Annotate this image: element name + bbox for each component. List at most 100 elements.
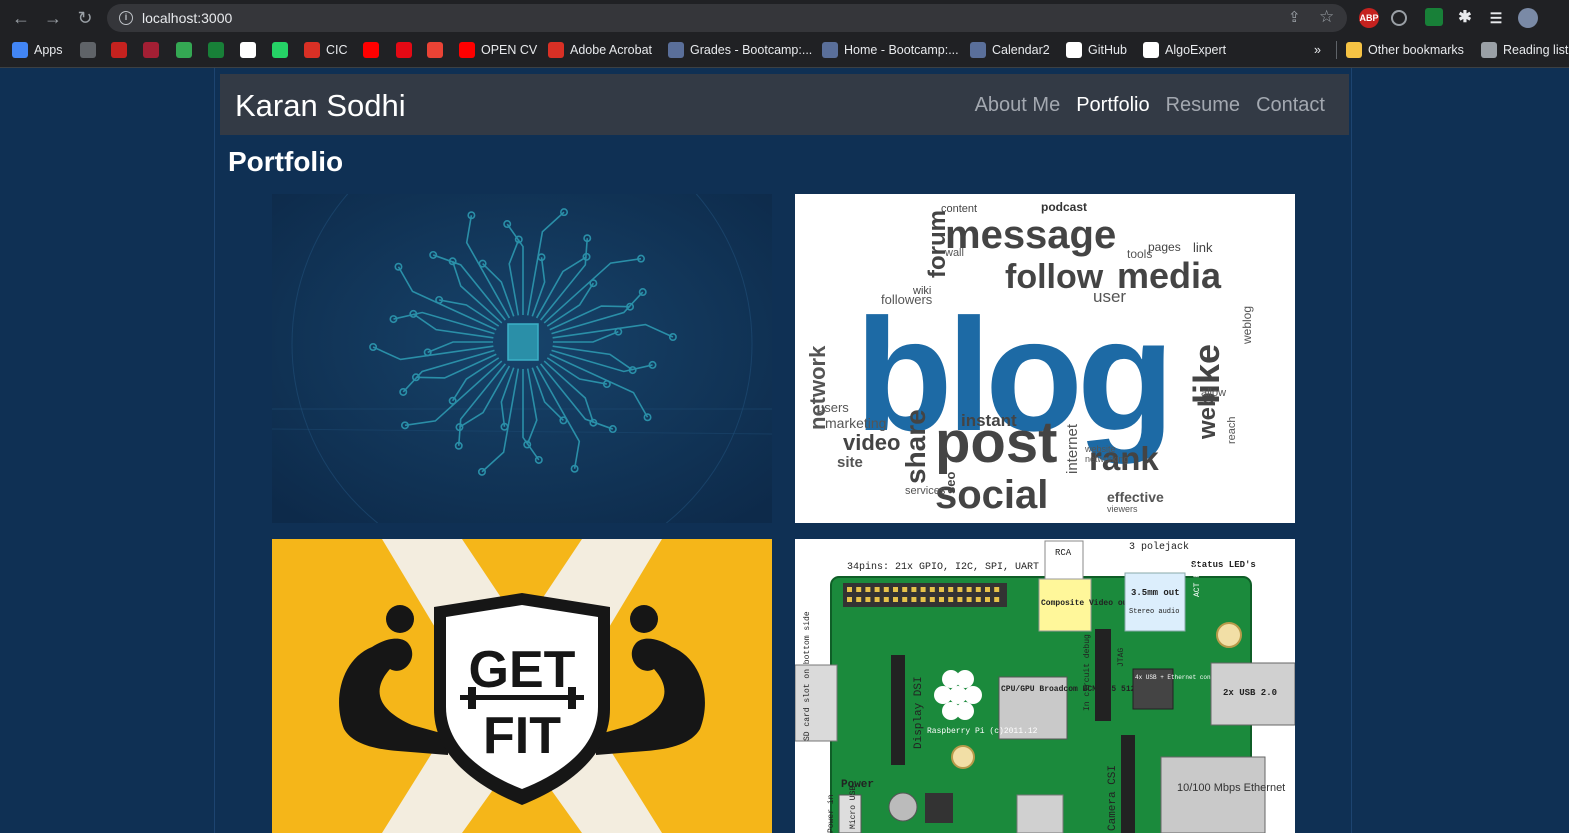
bookmark-item[interactable] [143, 41, 165, 59]
bookmark-item[interactable] [396, 41, 418, 59]
cloud-word: seo [943, 472, 958, 494]
reading-list-icon [1481, 42, 1497, 58]
csi-label: Camera CSI [1107, 765, 1119, 831]
cloud-word: site [837, 454, 863, 471]
nav-link-resume[interactable]: Resume [1166, 94, 1240, 117]
bookmarks-overflow[interactable]: » [1314, 41, 1321, 59]
ai-circuit-brain-image [272, 194, 772, 523]
cloud-word: users [817, 400, 849, 415]
page-content: Karan Sodhi About Me Portfolio Resume Co… [0, 68, 1569, 833]
cloud-word: viewers [1107, 504, 1138, 514]
bookmark-item[interactable]: Calendar2 [970, 41, 1050, 59]
bookmark-label: Calendar2 [992, 43, 1050, 57]
gpio-pin [893, 597, 898, 602]
bookmark-item[interactable]: Home - Bootcamp:... [822, 41, 959, 59]
bookmark-item[interactable]: Adobe Acrobat [548, 41, 652, 59]
extension-translate-icon[interactable] [1425, 8, 1443, 26]
pi-brand-label: Raspberry Pi (c)2011.12 [927, 727, 1038, 736]
cloud-word: reach [1226, 416, 1238, 444]
canada-leaf-icon [304, 42, 320, 58]
bookmark-item[interactable] [363, 41, 385, 59]
bookmark-item[interactable]: OPEN CV [459, 41, 537, 59]
other-bookmarks-label: Other bookmarks [1368, 43, 1464, 57]
gpio-pin [920, 597, 926, 602]
browser-chrome: ← → ↻ i localhost:3000 ⇪ ☆ ABP ✱ ☰ Apps C… [0, 0, 1569, 68]
cloud-word: post [935, 410, 1057, 475]
bookmark-label: CIC [326, 43, 348, 57]
whatsapp-icon [272, 42, 288, 58]
gpio-pin [911, 597, 917, 602]
adblock-plus-icon[interactable]: ABP [1359, 8, 1379, 28]
bookmark-label: AlgoExpert [1165, 43, 1227, 57]
gpio-pin [902, 587, 908, 592]
bookmark-label: OPEN CV [481, 43, 538, 57]
gpio-label: 34pins: 21x GPIO, I2C, SPI, UART [847, 561, 1039, 573]
udemy-u-icon [176, 42, 192, 58]
reading-list[interactable]: Reading list [1481, 41, 1568, 59]
gpio-pin [985, 587, 990, 592]
gpio-pin [856, 587, 862, 592]
forward-arrow-icon[interactable]: → [41, 6, 65, 30]
profile-avatar[interactable] [1518, 8, 1538, 28]
bookmark-item[interactable]: CIC [304, 41, 348, 59]
bookmark-item[interactable] [111, 41, 133, 59]
bookmark-item[interactable]: AlgoExpert [1143, 41, 1226, 59]
gpio-pin [975, 597, 981, 602]
jtag-label: JTAG [1117, 648, 1126, 667]
bookmark-item[interactable] [427, 41, 449, 59]
bookmark-item[interactable] [240, 41, 262, 59]
nav-link-about-me[interactable]: About Me [975, 94, 1061, 117]
apps-grid-icon [12, 42, 28, 58]
bookmark-label: Apps [34, 43, 63, 57]
acrobat-icon [548, 42, 564, 58]
extension-circle-icon[interactable] [1391, 10, 1407, 26]
cloud-word: link [1193, 240, 1213, 255]
puzzle-extensions-icon[interactable]: ✱ [1455, 8, 1475, 28]
raspberry-pi-board-image: 34pins: 21x GPIO, I2C, SPI, UART RCA Com… [795, 539, 1295, 833]
bookmark-star-icon[interactable]: ☆ [1319, 7, 1334, 27]
bookmark-item[interactable]: Apps [12, 41, 63, 59]
cloud-word: effective [1107, 489, 1164, 505]
w-site-icon [208, 42, 224, 58]
cloud-word: message [945, 213, 1116, 257]
project-card-blog[interactable]: followers content podcast message wall t… [795, 194, 1295, 523]
bookmark-item[interactable] [272, 41, 294, 59]
nav-link-contact[interactable]: Contact [1256, 94, 1325, 117]
gpio-pin [883, 597, 889, 602]
bookmark-item[interactable]: Grades - Bootcamp:... [668, 41, 812, 59]
gpio-pin [865, 587, 871, 592]
project-card-raspberry-pi[interactable]: 34pins: 21x GPIO, I2C, SPI, UART RCA Com… [795, 539, 1295, 833]
nav-link-portfolio[interactable]: Portfolio [1076, 94, 1149, 117]
cloud-word: share [900, 409, 931, 484]
cloud-word: networking [1085, 454, 1129, 464]
project-card-ai[interactable] [272, 194, 772, 523]
site-info-icon[interactable]: i [119, 11, 133, 25]
project-card-get-fit[interactable]: GET FIT [272, 539, 772, 833]
bookmark-item[interactable] [208, 41, 230, 59]
back-arrow-icon[interactable]: ← [9, 6, 33, 30]
bookmark-item[interactable]: GitHub [1066, 41, 1127, 59]
google-icon [240, 42, 256, 58]
gpio-pin [883, 587, 889, 592]
media-queue-icon[interactable]: ☰ [1486, 8, 1506, 28]
circle-site-icon [80, 42, 96, 58]
gpio-pin [975, 587, 981, 592]
gpio-pin [911, 587, 917, 592]
algoexpert-icon [1143, 42, 1159, 58]
gpio-pin [893, 587, 898, 592]
url-text[interactable]: localhost:3000 [142, 10, 232, 26]
gpio-pin [948, 597, 954, 602]
netflix-icon [396, 42, 412, 58]
site-brand[interactable]: Karan Sodhi [235, 88, 406, 124]
get-fit-text-fit: FIT [483, 707, 561, 765]
address-bar[interactable]: i localhost:3000 ⇪ ☆ [107, 4, 1347, 32]
share-icon[interactable]: ⇪ [1288, 8, 1301, 26]
bookmark-item[interactable] [80, 41, 102, 59]
gpio-pin [902, 597, 908, 602]
reload-icon[interactable]: ↻ [73, 6, 97, 30]
gpio-pin [957, 597, 963, 602]
gpio-pin [920, 587, 926, 592]
other-bookmarks[interactable]: Other bookmarks [1346, 41, 1464, 59]
gpio-pin [939, 587, 944, 592]
bookmark-item[interactable] [176, 41, 198, 59]
